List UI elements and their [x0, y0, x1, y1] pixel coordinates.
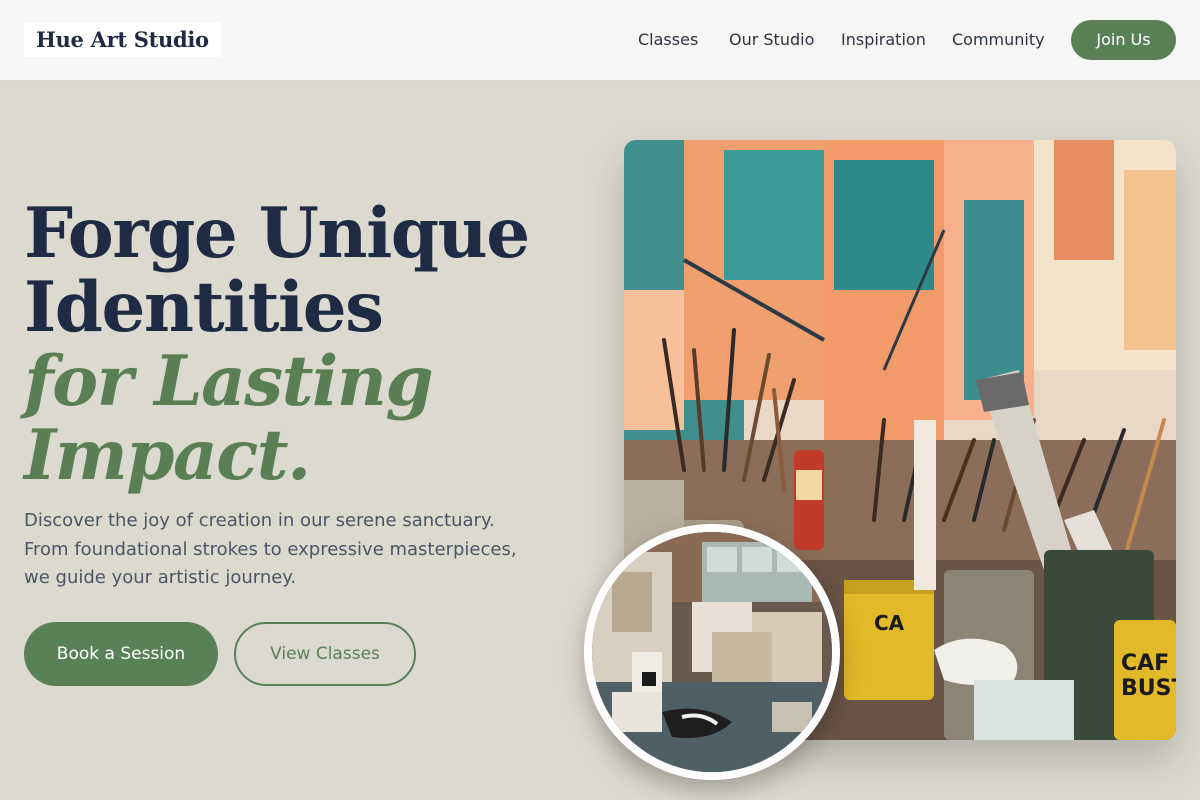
svg-text:CAF: CAF — [1121, 651, 1169, 676]
headline-accent-2: Impact. — [24, 415, 311, 496]
headline-accent-1: for Lasting — [24, 341, 434, 422]
svg-text:CA: CA — [874, 611, 905, 635]
nav-link-classes[interactable]: Classes — [638, 30, 698, 49]
view-classes-button[interactable]: View Classes — [234, 622, 416, 686]
join-us-button[interactable]: Join Us — [1071, 20, 1176, 60]
site-header: Hue Art Studio Classes Our Studio Inspir… — [0, 0, 1200, 81]
inset-image-studio — [584, 524, 840, 780]
hero-subtitle: Discover the joy of creation in our sere… — [24, 510, 517, 588]
hero-headline: Forge Unique Identities for Lasting Impa… — [24, 193, 530, 496]
headline-line-2: Identities — [24, 267, 384, 348]
nav-link-community[interactable]: Community — [952, 30, 1045, 49]
nav-link-our-studio[interactable]: Our Studio — [729, 30, 814, 49]
book-session-button[interactable]: Book a Session — [24, 622, 218, 686]
headline-line-1: Forge Unique — [24, 193, 530, 274]
logo[interactable]: Hue Art Studio — [24, 22, 221, 57]
nav-link-inspiration[interactable]: Inspiration — [841, 30, 926, 49]
svg-text:BUST: BUST — [1121, 676, 1176, 701]
